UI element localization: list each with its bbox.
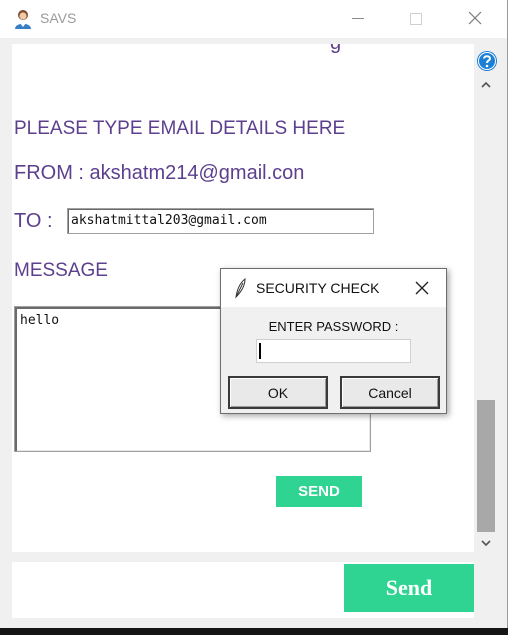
dialog-title-bar: SECURITY CHECK: [221, 269, 446, 307]
maximize-icon: [410, 13, 422, 25]
to-label: TO :: [14, 210, 53, 232]
window-title: SAVS: [40, 10, 77, 26]
chevron-up-icon[interactable]: [479, 78, 493, 92]
desktop-background-strip: [0, 628, 508, 635]
dialog-title: SECURITY CHECK: [256, 280, 380, 296]
to-input[interactable]: akshatmittal203@gmail.com: [67, 208, 374, 234]
scrollbar-thumb[interactable]: [477, 400, 495, 532]
message-label: MESSAGE: [14, 260, 108, 281]
user-avatar-icon: [15, 10, 31, 29]
close-icon: [468, 11, 482, 25]
chevron-down-icon[interactable]: [479, 536, 493, 550]
minimize-icon: [352, 18, 364, 19]
close-icon[interactable]: [415, 281, 429, 295]
text-caret: [259, 343, 261, 359]
send-button[interactable]: Send: [344, 564, 474, 612]
title-bar: SAVS: [0, 0, 507, 38]
ok-button[interactable]: OK: [228, 376, 328, 409]
maximize-button[interactable]: [388, 0, 444, 38]
close-button[interactable]: [447, 0, 503, 38]
question-mark-icon[interactable]: [476, 50, 498, 72]
form-heading: PLEASE TYPE EMAIL DETAILS HERE: [14, 118, 346, 139]
security-check-dialog: SECURITY CHECK ENTER PASSWORD : OK Cance…: [220, 268, 447, 414]
feather-icon: [235, 278, 246, 298]
cancel-button[interactable]: Cancel: [340, 376, 440, 409]
send-button-small[interactable]: SEND: [276, 476, 362, 507]
from-line: FROM : akshatm214@gmail.con: [14, 162, 305, 184]
password-label: ENTER PASSWORD :: [268, 319, 399, 334]
clipped-text: g: [330, 44, 341, 55]
app-window: SAVS g PLEASE TYPE EMAIL DETAILS HERE FR…: [0, 0, 508, 628]
password-input[interactable]: [256, 339, 411, 363]
minimize-button[interactable]: [330, 0, 386, 38]
